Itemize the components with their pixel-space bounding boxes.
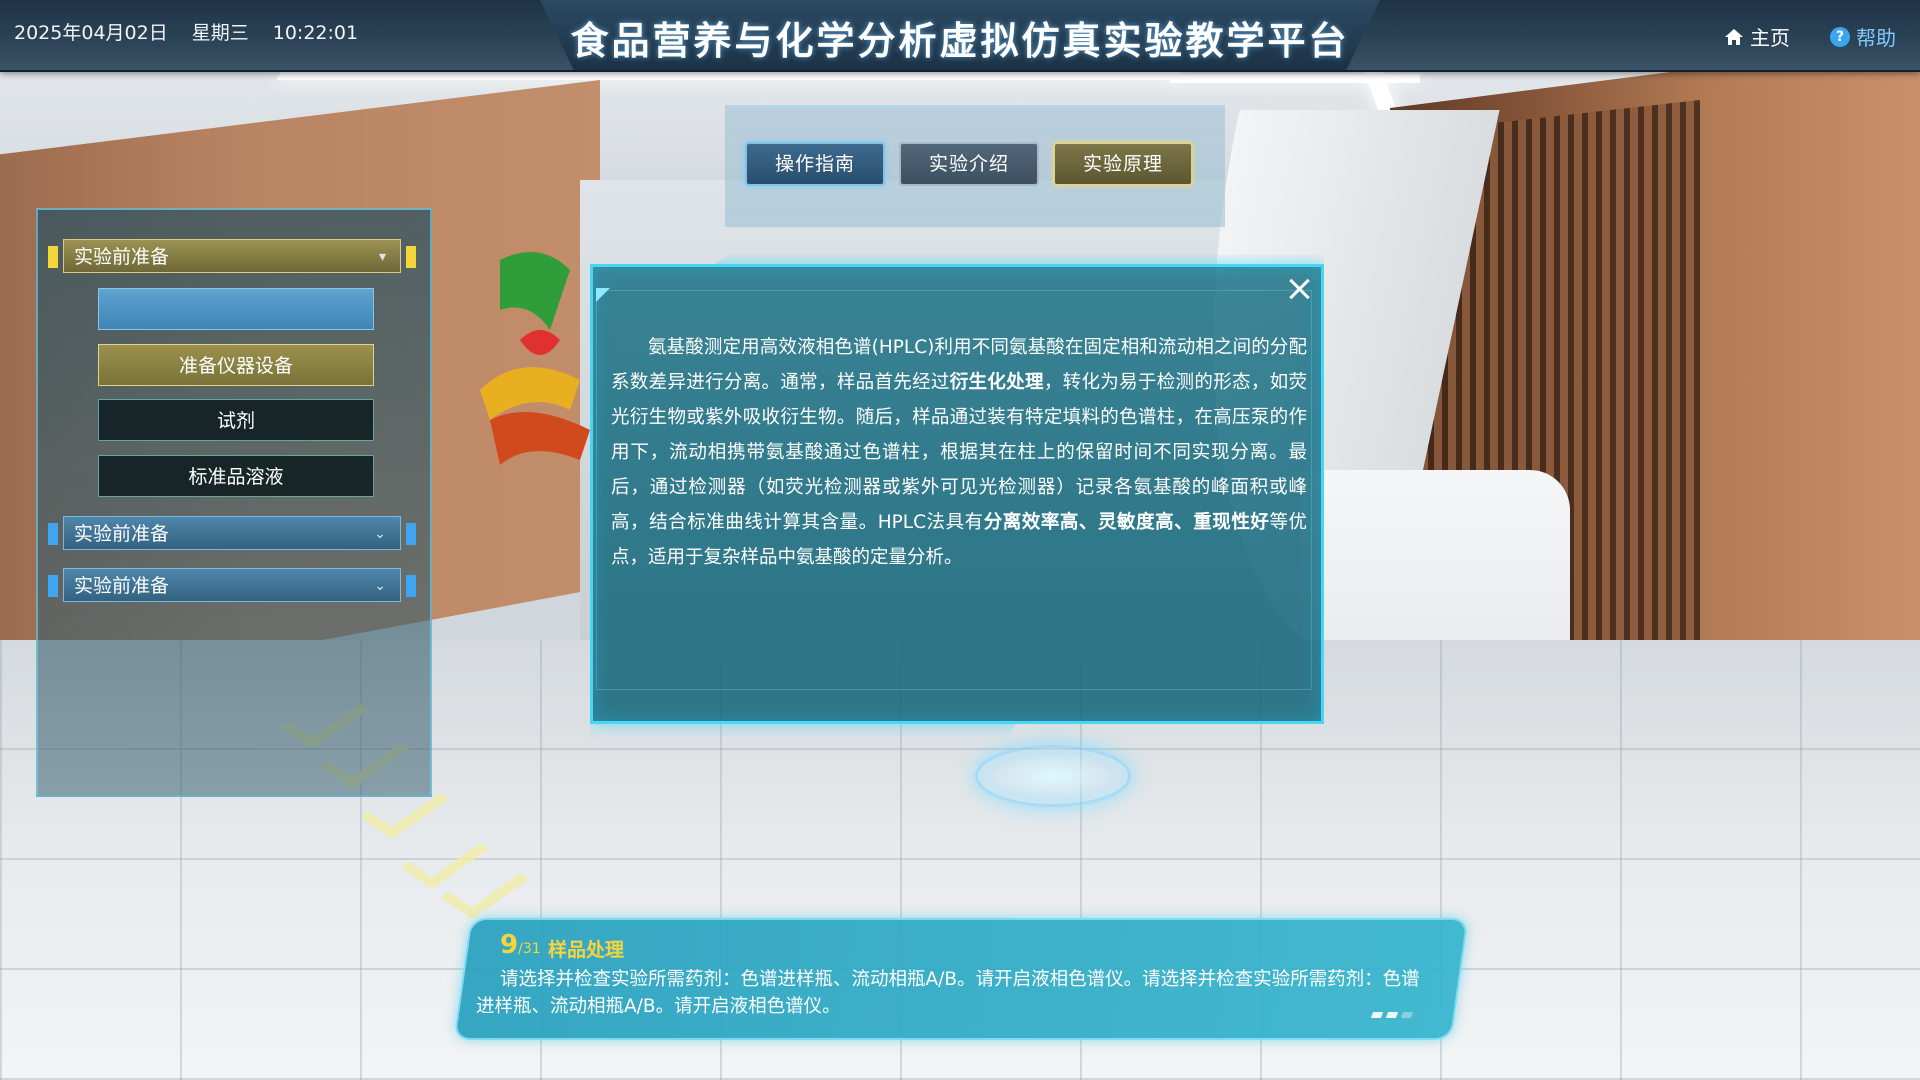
group-marker-right xyxy=(406,246,416,268)
group-marker-right xyxy=(406,523,416,545)
step-group-2[interactable]: 实验前准备 ⌄ xyxy=(63,516,401,550)
step-group-label: 实验前准备 xyxy=(74,246,170,268)
close-icon[interactable] xyxy=(1286,276,1312,302)
step-group-label: 实验前准备 xyxy=(74,575,170,597)
step-instruction: 请选择并检查实验所需药剂：色谱进样瓶、流动相瓶A/B。请开启液相色谱仪。请选择并… xyxy=(476,969,1420,1017)
group-marker-left xyxy=(48,575,58,597)
tab-experiment-principle[interactable]: 实验原理 xyxy=(1053,142,1193,186)
home-button[interactable]: 主页 xyxy=(1724,22,1790,51)
step-group-3[interactable]: 实验前准备 ⌄ xyxy=(63,568,401,602)
tab-operation-guide[interactable]: 操作指南 xyxy=(745,142,885,186)
principle-text-part: ，转化为易于检测的形态，如荧光衍生物或紫外吸收衍生物。随后，样品通过装有特定填料… xyxy=(611,372,1307,533)
group-marker-right xyxy=(406,575,416,597)
datetime: 2025年04月02日 星期三 10:22:01 xyxy=(14,18,382,45)
chevron-down-icon: ⌄ xyxy=(374,578,386,594)
principle-text-emphasis: 衍生化处理 xyxy=(949,372,1044,393)
step-group-label: 实验前准备 xyxy=(74,523,170,545)
tip-page-dots xyxy=(1370,1012,1414,1018)
sub-step-standard-solution[interactable]: 标准品溶液 xyxy=(98,455,374,497)
page-title: 食品营养与化学分析虚拟仿真实验教学平台 xyxy=(570,19,1350,63)
time-text: 10:22:01 xyxy=(272,22,359,44)
step-current: 9 xyxy=(500,930,519,960)
floor-hotspot-ring[interactable] xyxy=(975,745,1131,807)
help-label: 帮助 xyxy=(1856,26,1896,50)
chevron-down-icon: ▾ xyxy=(378,249,386,265)
food-safety-logo xyxy=(480,252,590,465)
step-counter: 9/31 xyxy=(500,930,541,960)
sub-step-prepare-equipment[interactable]: 准备仪器设备 xyxy=(98,344,374,386)
group-marker-left xyxy=(48,523,58,545)
sub-step-reagents[interactable]: 试剂 xyxy=(98,399,374,441)
group-marker-left xyxy=(48,246,58,268)
date-text: 2025年04月02日 xyxy=(14,22,168,44)
home-icon xyxy=(1725,28,1743,45)
help-icon: ? xyxy=(1830,26,1850,47)
step-total: 31 xyxy=(522,941,541,957)
tab-experiment-intro[interactable]: 实验介绍 xyxy=(899,142,1039,186)
step-group-1[interactable]: 实验前准备 ▾ xyxy=(63,239,401,273)
help-button[interactable]: ? 帮助 xyxy=(1830,22,1896,51)
principle-text: 氨基酸测定用高效液相色谱(HPLC)利用不同氨基酸在固定相和流动相之间的分配系数… xyxy=(611,330,1307,575)
home-label: 主页 xyxy=(1750,26,1790,50)
dialog-corner-accent xyxy=(596,288,610,302)
step-title: 样品处理 xyxy=(548,939,625,961)
principle-text-emphasis: 分离效率高、灵敏度高、重现性好 xyxy=(983,512,1270,533)
sub-step-blank[interactable] xyxy=(98,288,374,330)
weekday-text: 星期三 xyxy=(191,22,249,44)
chevron-down-icon: ⌄ xyxy=(374,526,386,542)
